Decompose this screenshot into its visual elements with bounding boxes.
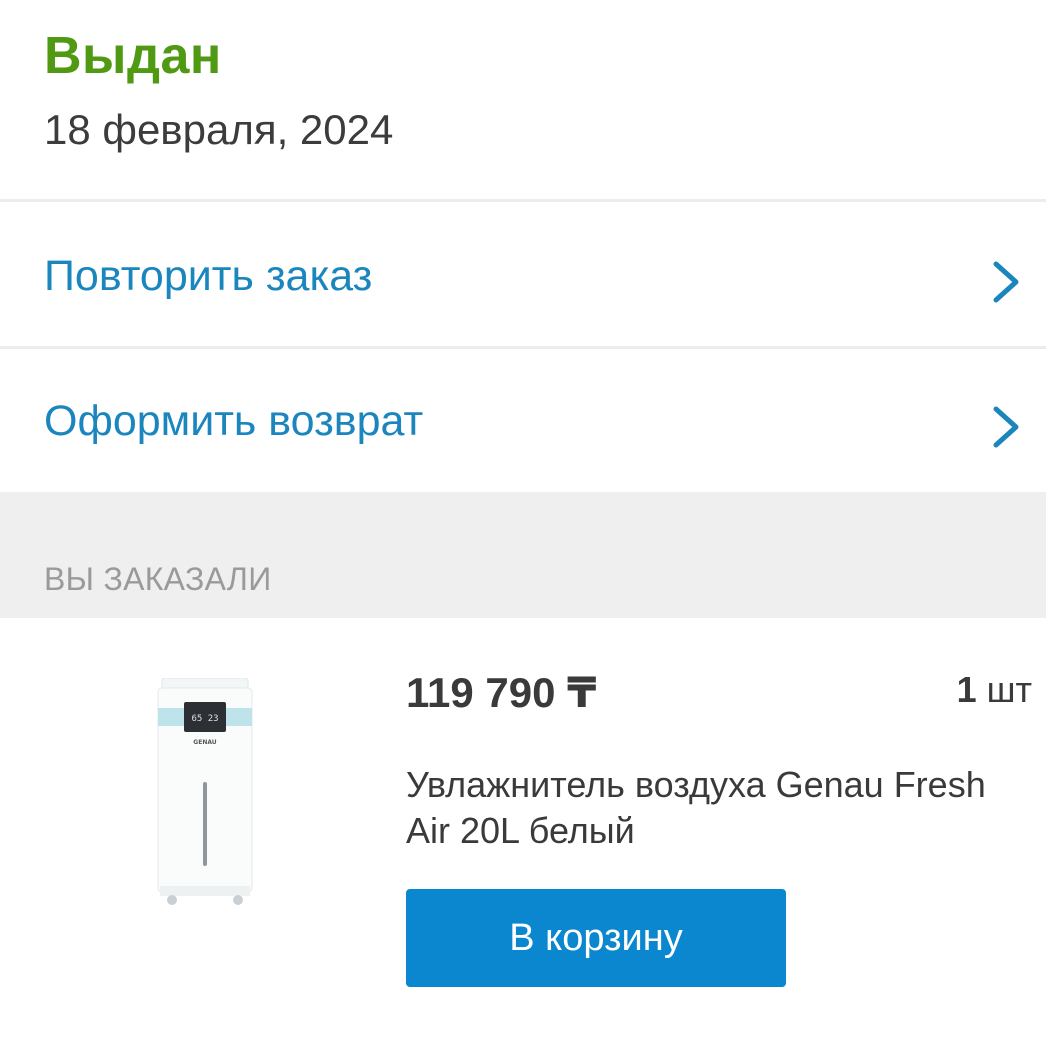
product-image: 65 23 GENAU <box>157 678 253 905</box>
return-order-button[interactable]: Оформить возврат <box>0 349 1046 493</box>
product-display-reading: 65 23 <box>191 714 218 724</box>
ordered-section-title: ВЫ ЗАКАЗАЛИ <box>44 561 272 597</box>
repeat-order-label: Повторить заказ <box>44 252 373 300</box>
product-price: 119 790 ₸ <box>406 669 597 716</box>
ordered-section-header <box>0 492 1046 618</box>
order-status-date: 18 февраля, 2024 <box>44 106 394 153</box>
product-quantity: 1 шт <box>957 668 1032 712</box>
product-quantity-value: 1 <box>956 669 977 710</box>
product-brand-label: GENAU <box>193 739 217 746</box>
order-status-block: Выдан 18 февраля, 2024 <box>0 0 1046 200</box>
chevron-right-icon <box>993 406 1019 448</box>
product-quantity-unit: шт <box>986 669 1032 710</box>
chevron-right-icon <box>993 261 1019 303</box>
add-to-cart-button[interactable]: В корзину <box>406 889 786 987</box>
repeat-order-button[interactable]: Повторить заказ <box>0 202 1046 346</box>
return-order-label: Оформить возврат <box>44 397 424 445</box>
order-status-title: Выдан <box>44 27 222 85</box>
product-name[interactable]: Увлажнитель воздуха Genau Fresh Air 20L … <box>406 762 1006 854</box>
